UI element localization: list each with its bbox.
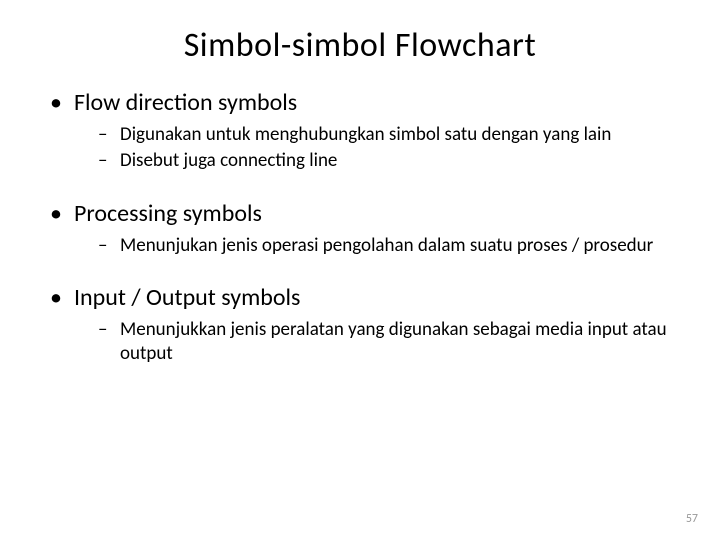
sub-bullet: Digunakan untuk menghubungkan simbol sat… — [50, 123, 670, 147]
slide-content: Flow direction symbols Digunakan untuk m… — [50, 88, 670, 366]
sub-bullet: Menunjukan jenis operasi pengolahan dala… — [50, 234, 670, 258]
slide-title: Simbol-simbol Flowchart — [50, 25, 670, 66]
spacer — [50, 259, 670, 283]
bullet-processing: Processing symbols — [50, 199, 670, 228]
page-number: 57 — [686, 512, 698, 526]
sub-bullet: Menunjukkan jenis peralatan yang digunak… — [50, 318, 670, 366]
spacer — [50, 175, 670, 199]
bullet-flow-direction: Flow direction symbols — [50, 88, 670, 117]
sub-bullet: Disebut juga connecting line — [50, 149, 670, 173]
bullet-input-output: Input / Output symbols — [50, 283, 670, 312]
